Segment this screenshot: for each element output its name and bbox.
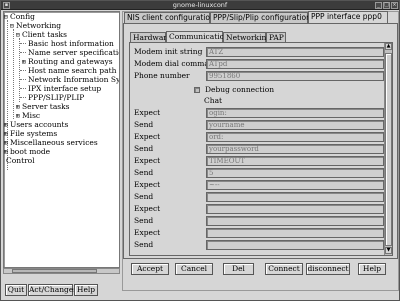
chat-heading: Chat <box>204 96 223 105</box>
chat-field[interactable] <box>206 228 384 238</box>
close-icon[interactable]: × <box>391 2 398 9</box>
tree-horizontal-scrollbar[interactable] <box>3 268 120 274</box>
chat-label: Expect <box>134 204 161 213</box>
modem-init-field[interactable]: ATZ <box>206 47 384 57</box>
chat-label: Expect <box>134 132 161 141</box>
tab-ppp-interface[interactable]: PPP interface ppp0 <box>308 11 388 23</box>
tree-node-server-tasks[interactable]: ⊞ Server tasks <box>16 102 70 111</box>
chat-field[interactable] <box>206 240 384 250</box>
chat-label: Expect <box>134 228 161 237</box>
minimize-icon[interactable]: _ <box>375 2 382 9</box>
scroll-thumb[interactable] <box>385 53 392 246</box>
accept-button[interactable]: Accept <box>131 263 169 275</box>
tab-communication[interactable]: Communication <box>166 31 229 42</box>
tree-guide <box>20 88 26 89</box>
form-vertical-scrollbar[interactable]: ▲ ▼ <box>384 43 392 255</box>
tree-node-misc-services[interactable]: ⊞ Miscellaneous services <box>4 138 98 147</box>
chat-field[interactable] <box>206 192 384 202</box>
chat-label: Expect <box>134 180 161 189</box>
tab-networking[interactable]: Networking <box>223 32 271 42</box>
disconnect-button[interactable]: disconnect <box>306 263 350 275</box>
help-button[interactable]: Help <box>358 263 386 275</box>
tree-node-users-accounts[interactable]: ⊞ Users accounts <box>4 120 68 129</box>
cancel-button[interactable]: Cancel <box>175 263 213 275</box>
chat-field[interactable]: 5 <box>206 168 384 178</box>
tree-node-ppp-slip-plip[interactable]: PPP/SLIP/PLIP <box>28 93 84 102</box>
tree-node-routing[interactable]: ⊞ Routing and gateways <box>22 57 113 66</box>
tab-pap[interactable]: PAP <box>266 32 286 42</box>
scroll-down-icon[interactable]: ▼ <box>385 247 392 254</box>
tree-node-boot-mode[interactable]: ⊞ boot mode <box>4 147 50 156</box>
chat-field[interactable]: yourpassword <box>206 144 384 154</box>
chat-field[interactable]: ord: <box>206 132 384 142</box>
app-window: ▪ gnome-linuxconf _ □ × ⊟ Config ⊟ Network… <box>0 0 400 301</box>
tab-nis-client[interactable]: NIS client configuration <box>124 12 215 23</box>
scroll-up-icon[interactable]: ▲ <box>385 43 392 50</box>
tree-node-file-systems[interactable]: ⊞ File systems <box>4 129 57 138</box>
tree-guide <box>20 97 26 98</box>
tree-node-misc[interactable]: ⊞ Misc <box>16 111 40 120</box>
chat-field[interactable]: yourname <box>206 120 384 130</box>
chat-label: Expect <box>134 108 161 117</box>
debug-connection-label: Debug connection <box>205 85 275 94</box>
tree-node-nis[interactable]: Network Information Syste <box>28 75 119 84</box>
chat-label: Send <box>134 240 154 249</box>
phone-number-field[interactable]: 9951860 <box>206 71 384 81</box>
tree-node-networking[interactable]: ⊟ Networking <box>10 21 61 30</box>
tree-guide <box>20 43 26 44</box>
modem-init-label: Modem init string <box>134 47 203 56</box>
tree-node-ipx[interactable]: IPX interface setup <box>28 84 101 93</box>
chat-label: Send <box>134 144 154 153</box>
config-tree[interactable]: ⊟ Config ⊟ Networking ⊟ Client tasks Basic … <box>3 11 120 268</box>
help-button-left[interactable]: Help <box>74 284 98 296</box>
tree-guide <box>20 79 26 80</box>
del-button[interactable]: Del <box>223 263 254 275</box>
quit-button[interactable]: Quit <box>5 284 27 296</box>
tree-node-config[interactable]: ⊟ Config <box>4 12 35 21</box>
modem-dial-field[interactable]: ATpd <box>206 59 384 69</box>
window-title: gnome-linuxconf <box>172 1 228 9</box>
tree-guide <box>20 70 26 71</box>
tree-node-name-server[interactable]: Name server specification ( <box>28 48 119 57</box>
phone-number-label: Phone number <box>134 71 190 80</box>
tree-guide <box>20 52 26 53</box>
chat-field[interactable]: TIMEOUT <box>206 156 384 166</box>
debug-checkbox[interactable] <box>194 87 200 93</box>
tree-node-client-tasks[interactable]: ⊟ Client tasks <box>16 30 67 39</box>
tab-ppp-slip-plip-config[interactable]: PPP/Slip/Plip configurations <box>210 12 315 23</box>
chat-field[interactable] <box>206 216 384 226</box>
act-changes-button[interactable]: Act/Changes <box>28 284 77 296</box>
chat-field[interactable]: ogin: <box>206 108 384 118</box>
chat-label: Send <box>134 216 154 225</box>
maximize-icon[interactable]: □ <box>383 2 390 9</box>
tree-node-host-search[interactable]: Host name search path <box>28 66 116 75</box>
tab-hardware[interactable]: Hardware <box>130 32 171 42</box>
scroll-thumb[interactable] <box>12 269 97 273</box>
connect-button[interactable]: Connect <box>265 263 303 275</box>
chat-field[interactable] <box>206 204 384 214</box>
tree-node-basic-host[interactable]: Basic host information <box>28 39 114 48</box>
chat-label: Send <box>134 192 154 201</box>
tree-node-control[interactable]: ⊞Control <box>4 156 35 165</box>
title-bar[interactable]: ▪ gnome-linuxconf _ □ × <box>1 1 399 10</box>
chat-label: Expect <box>134 156 161 165</box>
chat-field[interactable]: ~-- <box>206 180 384 190</box>
chat-label: Send <box>134 168 154 177</box>
chat-label: Send <box>134 120 154 129</box>
tree-guide <box>13 29 14 119</box>
